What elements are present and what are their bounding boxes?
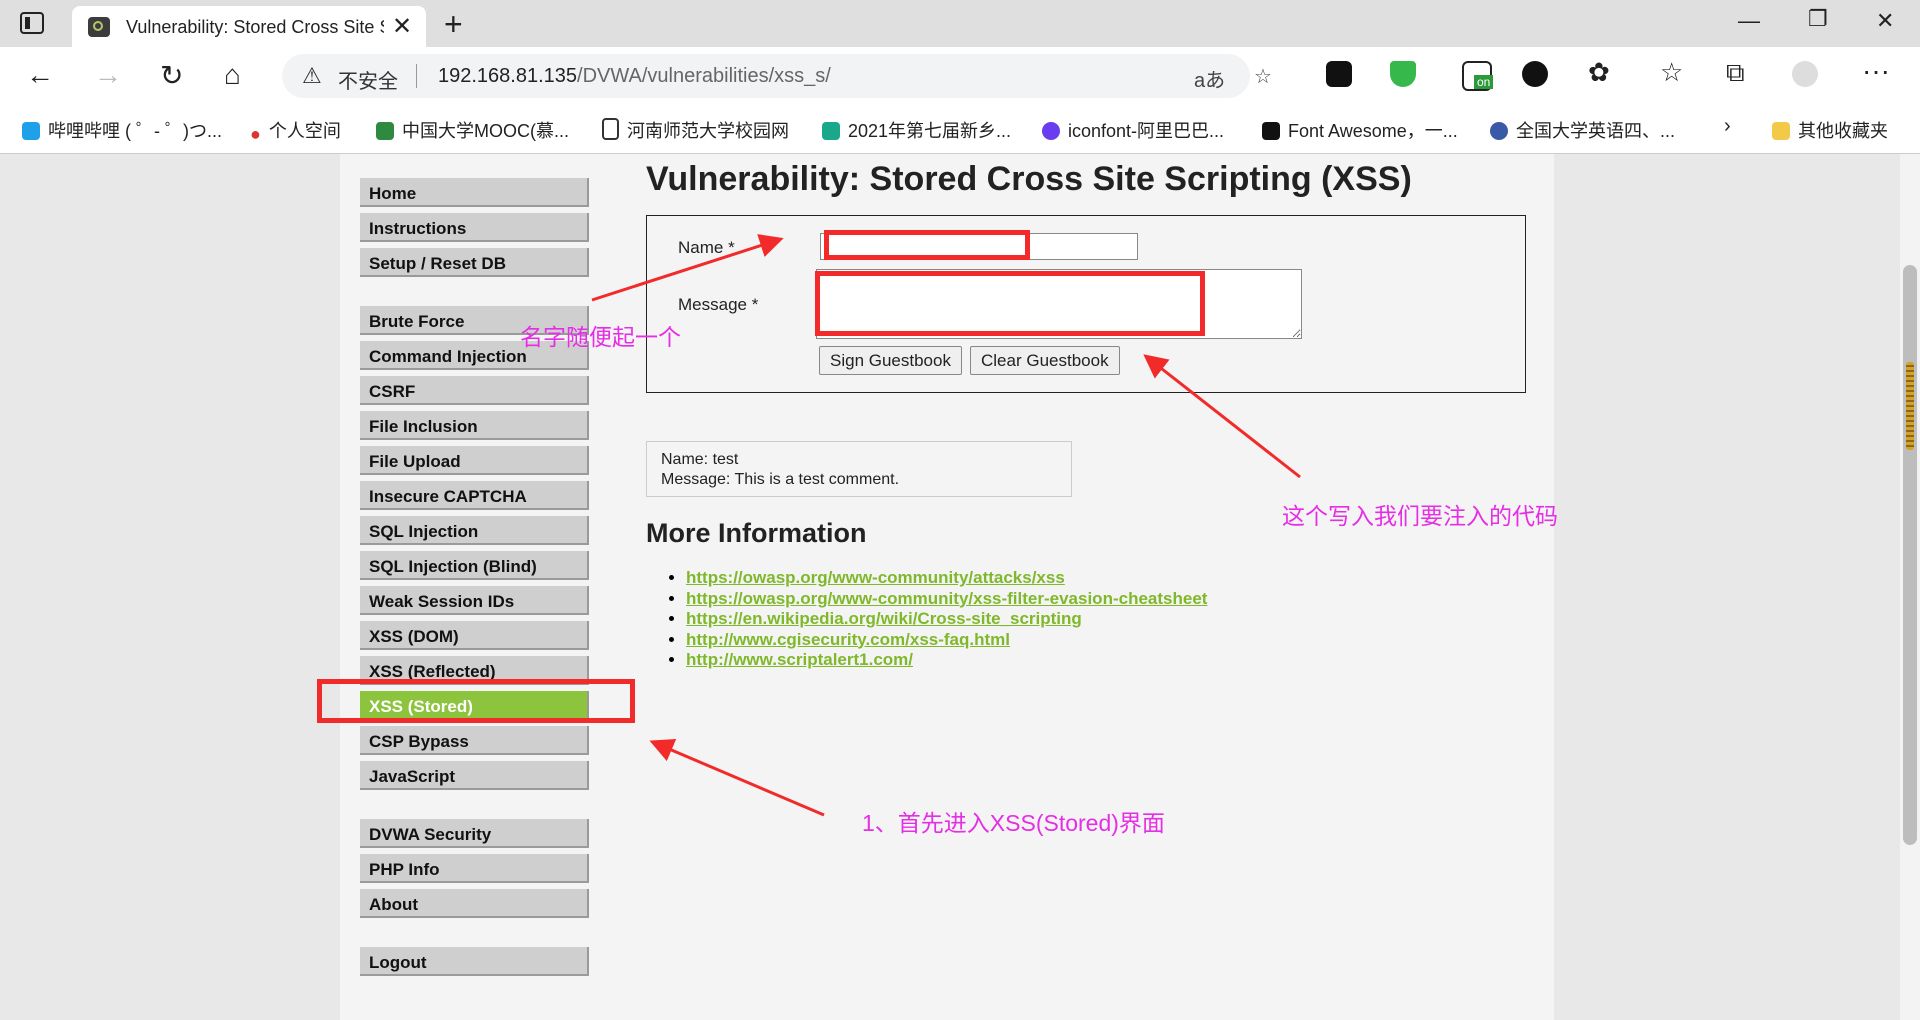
menu-arrow [649,739,825,817]
step-hint-annotation: 1、首先进入XSS(Stored)界面 [862,810,1165,836]
annotation-arrows [591,234,1301,817]
message-arrow [1143,354,1301,479]
message-hint-annotation: 这个写入我们要注入的代码 [1282,503,1558,529]
name-arrow [591,234,784,302]
name-hint-annotation: 名字随便起一个 [520,324,681,350]
